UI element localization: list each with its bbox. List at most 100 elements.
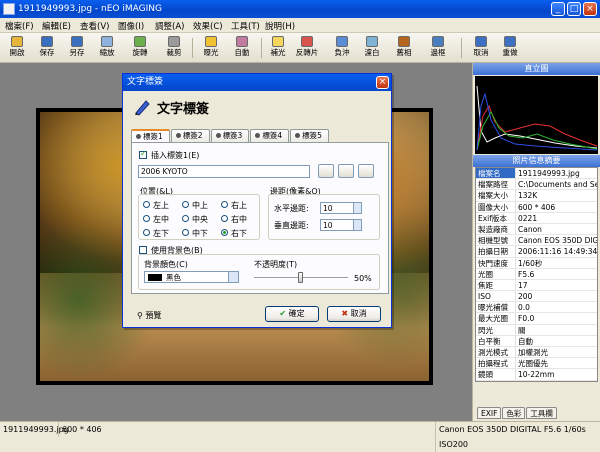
minimize-button[interactable]: _ (551, 2, 565, 16)
fill-light-button[interactable]: 補光 (265, 35, 291, 61)
border-button[interactable]: 邊框 (425, 35, 451, 61)
auto-button[interactable]: 自動 (229, 35, 255, 61)
save-as-button[interactable]: 另存 (64, 35, 90, 61)
menu-view[interactable]: 查看(V) (80, 20, 109, 32)
check-icon: ✔ (279, 309, 287, 318)
crop-button[interactable]: 裁剪 (161, 35, 187, 61)
opacity-slider-handle[interactable] (298, 272, 303, 283)
folder-icon (11, 36, 23, 47)
tab-exif[interactable]: EXIF (477, 407, 502, 419)
tab-label-3[interactable]: 標簽3 (210, 129, 250, 142)
exif-row[interactable]: 測光模式 加權測光 (476, 347, 597, 359)
tab-label-3-text: 標簽3 (222, 131, 243, 140)
resize-button[interactable]: 縮放 (94, 35, 120, 61)
close-button[interactable]: × (583, 2, 597, 16)
undo-label: 取消 (473, 48, 489, 57)
menu-adjust[interactable]: 調整(A) (155, 20, 184, 32)
exif-row[interactable]: 拍攝程式 光圈優先 (476, 358, 597, 370)
exif-row[interactable]: 快門速度 1/60秒 (476, 257, 597, 269)
preview-link[interactable]: ⚲ 預覽 (137, 310, 161, 321)
font-button[interactable] (318, 164, 334, 178)
exposure-label: 曝光 (203, 48, 219, 57)
status-exif: Canon EOS 350D DIGITAL F5.6 1/60s ISO200 (435, 422, 600, 452)
exif-value: Canon EOS 350D DIGIT. (518, 236, 597, 246)
v-margin-spinner[interactable]: 10 (320, 219, 362, 231)
rotate-button[interactable]: 旋轉 (127, 35, 153, 61)
filter-button[interactable]: 濾白 (359, 35, 385, 61)
cross-process-button[interactable]: 反轉片 (294, 35, 320, 61)
negative-button[interactable]: 負沖 (329, 35, 355, 61)
x-icon: ✖ (341, 309, 349, 318)
wand-icon (236, 36, 248, 47)
pos-center-label: 中央 (192, 215, 208, 224)
radio-top-left[interactable] (143, 201, 150, 208)
undo-button[interactable]: 取消 (468, 35, 494, 61)
exif-row[interactable]: 閃光關 (476, 324, 597, 336)
text-effect-button[interactable] (358, 164, 374, 178)
sepia-button[interactable]: 舊相 (391, 35, 417, 61)
radio-center[interactable] (182, 215, 189, 222)
tab-toolbar[interactable]: 工具欄 (526, 407, 557, 419)
text-color-button[interactable] (338, 164, 354, 178)
exposure-button[interactable]: 曝光 (198, 35, 224, 61)
tab-label-2[interactable]: 標簽2 (170, 129, 210, 142)
tab-color[interactable]: 色彩 (502, 407, 526, 419)
exif-key: 快門速度 (476, 257, 516, 268)
exif-row[interactable]: 相機型號Canon EOS 350D DIGIT. (476, 235, 597, 247)
tab-label-4[interactable]: 標簽4 (250, 129, 290, 142)
exif-row[interactable]: 曝光補償 0.0 (476, 302, 597, 314)
menu-effects[interactable]: 效果(C) (193, 20, 223, 32)
tab-dot-icon (136, 134, 141, 139)
menu-edit[interactable]: 編輯(E) (42, 20, 71, 32)
radio-middle-right[interactable] (221, 215, 228, 222)
label-text-input[interactable]: 2006 KYOTO (138, 165, 310, 178)
exif-value: 2006:11:16 14:49:34 (518, 247, 597, 257)
status-size: 600 * 406 (58, 422, 105, 437)
menu-file[interactable]: 檔案(F) (5, 20, 34, 32)
sepia-icon (398, 36, 410, 47)
open-button[interactable]: 開啟 (4, 35, 30, 61)
menu-image[interactable]: 圖像(I) (118, 20, 144, 32)
negative-icon (336, 36, 348, 47)
menu-tools[interactable]: 工具(T) (231, 20, 260, 32)
use-bg-checkbox[interactable] (139, 246, 147, 254)
exif-row[interactable]: 光圈 F5.6 (476, 268, 597, 280)
menu-help[interactable]: 說明(H) (265, 20, 295, 32)
window-title: 1911949993.jpg - nEO iMAGING (18, 4, 162, 14)
radio-top-right[interactable] (221, 201, 228, 208)
exif-row[interactable]: Exif版本 0221 (476, 212, 597, 224)
tab-label-1[interactable]: 標簽1 (131, 129, 170, 142)
radio-bottom-center[interactable] (182, 229, 189, 236)
tab-label-1-text: 標簽1 (143, 132, 163, 141)
exif-row[interactable]: 最大光圈 F0.0 (476, 313, 597, 325)
exif-row[interactable]: ISO 200 (476, 291, 597, 303)
insert-label-checkbox[interactable] (139, 149, 147, 159)
save-button[interactable]: 保存 (34, 35, 60, 61)
exif-row[interactable]: 白平衡 自動 (476, 335, 597, 347)
radio-top-center[interactable] (182, 201, 189, 208)
cancel-button[interactable]: ✖ 取消 (327, 306, 381, 322)
exif-row[interactable]: 拍攝日期 2006:11:16 14:49:34 (476, 246, 597, 258)
exif-row[interactable]: 製造廠商 Canon (476, 223, 597, 236)
radio-bottom-left[interactable] (143, 229, 150, 236)
bg-color-label: 背景顏色(C) (144, 260, 188, 269)
tab-label-5[interactable]: 標簽5 (290, 129, 329, 142)
h-margin-spinner[interactable]: 10 (320, 202, 362, 214)
opacity-value: 50% (354, 274, 372, 283)
pos-bottom-left-label: 左下 (153, 229, 169, 238)
redo-button[interactable]: 重做 (497, 35, 523, 61)
toolbar-separator (461, 38, 462, 58)
exif-row[interactable]: 檔案路徑C:\Documents and Setting (476, 179, 597, 191)
exif-row[interactable]: 鏡頭 10-22mm (476, 369, 597, 381)
maximize-button[interactable]: □ (567, 2, 581, 16)
exif-row[interactable]: 圖像大小 600 * 406 (476, 201, 597, 213)
exif-row[interactable]: 檔案大小 132K (476, 190, 597, 202)
dialog-close-button[interactable]: × (376, 76, 389, 89)
radio-middle-left[interactable] (143, 215, 150, 222)
exif-row[interactable]: 檔案名 1911949993.jpg (476, 168, 597, 180)
exif-row[interactable]: 焦距 17 (476, 279, 597, 292)
radio-bottom-right[interactable] (221, 229, 228, 236)
bg-color-select[interactable]: 黑色 (144, 271, 239, 283)
resize-label: 縮放 (99, 48, 115, 57)
ok-button[interactable]: ✔ 確定 (265, 306, 319, 322)
